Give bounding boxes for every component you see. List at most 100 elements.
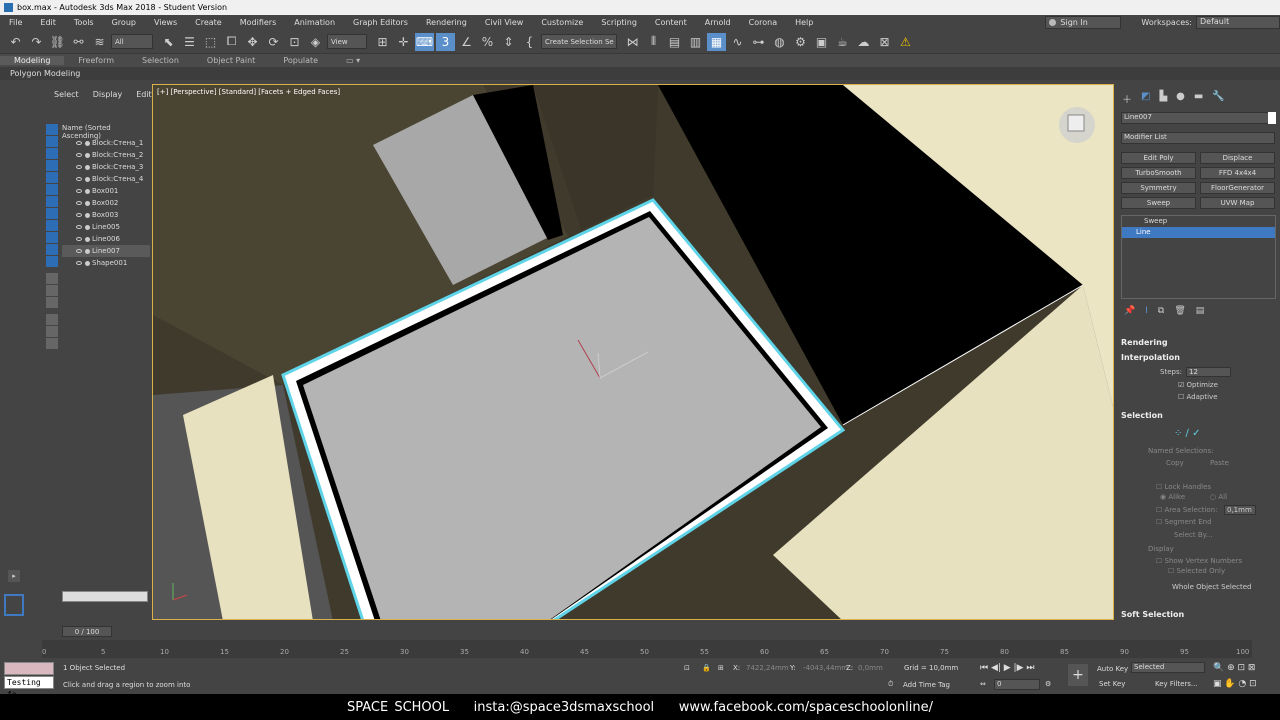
filter-containers-icon[interactable] [46, 232, 58, 243]
tab-object-paint[interactable]: Object Paint [193, 56, 269, 65]
render-setup-icon[interactable]: ⚙ [791, 33, 810, 51]
tree-item[interactable]: Block:Стена_3 [62, 161, 150, 173]
freeze-icon[interactable] [85, 164, 90, 170]
stack-item-line[interactable]: Line [1122, 227, 1275, 238]
filter-geometry-icon[interactable] [46, 124, 58, 135]
toggle-scene-explorer-icon[interactable]: ▤ [665, 33, 684, 51]
subobject-level-icons[interactable]: ⁘ ∕ ✓ [1174, 428, 1200, 439]
menu-create[interactable]: Create [186, 18, 231, 27]
redo-icon[interactable]: ↷ [27, 33, 46, 51]
freeze-icon[interactable] [85, 224, 90, 230]
create-tab-icon[interactable]: ＋ [1122, 91, 1132, 106]
filter-helpers-icon[interactable] [46, 172, 58, 183]
edit-named-selection-icon[interactable]: { [520, 33, 539, 51]
render-production-icon[interactable]: ☕ [833, 33, 852, 51]
perspective-viewport[interactable]: [+] [Perspective] [Standard] [Facets + E… [152, 84, 1114, 620]
visibility-eye-icon[interactable] [76, 213, 82, 217]
object-name-field[interactable]: Line007 [1121, 112, 1269, 124]
window-crossing-icon[interactable]: ⧠ [222, 33, 241, 51]
isolate-selection-icon[interactable]: ⊡ [684, 664, 690, 672]
alike-radio[interactable]: ◉ Alike [1160, 493, 1185, 501]
selection-filter-dropdown[interactable]: All [111, 34, 153, 49]
tab-populate[interactable]: Populate [269, 56, 332, 65]
make-unique-icon[interactable]: ⧉ [1158, 306, 1164, 316]
sign-in-button[interactable]: Sign In [1045, 16, 1122, 29]
tree-item[interactable]: Shape001 [62, 257, 150, 269]
tree-item-selected[interactable]: Line007 [62, 245, 150, 257]
filter-groups-icon[interactable] [46, 196, 58, 207]
time-configuration-icon[interactable]: ⚙ [1045, 680, 1051, 688]
visibility-eye-icon[interactable] [76, 261, 82, 265]
configure-modifier-sets-icon[interactable]: ▤ [1196, 306, 1205, 316]
hierarchy-tab-icon[interactable]: ▙ [1159, 91, 1167, 106]
select-manipulate-icon[interactable]: ✛ [394, 33, 413, 51]
move-icon[interactable]: ✥ [243, 33, 262, 51]
schematic-view-icon[interactable]: ⊶ [749, 33, 768, 51]
viewport-layout-icon[interactable] [4, 594, 24, 616]
symmetry-button[interactable]: Symmetry [1121, 182, 1196, 194]
adaptive-checkbox[interactable]: ☐ Adaptive [1178, 393, 1218, 401]
unlink-icon[interactable]: ⚯ [69, 33, 88, 51]
visibility-eye-icon[interactable] [76, 201, 82, 205]
rotate-icon[interactable]: ⟳ [264, 33, 283, 51]
container-icon[interactable] [46, 338, 58, 349]
bind-spacewarp-icon[interactable]: ≋ [90, 33, 109, 51]
explorer-display-menu[interactable]: Display [93, 90, 123, 99]
toggle-ribbon-icon[interactable]: ▦ [707, 32, 726, 51]
menu-views[interactable]: Views [145, 18, 186, 27]
tree-item[interactable]: Block:Стена_2 [62, 149, 150, 161]
rollout-rendering[interactable]: Rendering [1121, 338, 1168, 347]
freeze-icon[interactable] [85, 260, 90, 266]
maxscript-listener-box[interactable] [4, 662, 54, 675]
link-icon[interactable]: ⛓ [48, 33, 67, 51]
utilities-tab-icon[interactable]: 🔧 [1212, 91, 1224, 106]
menu-modifiers[interactable]: Modifiers [231, 18, 286, 27]
all-radio[interactable]: ○ All [1210, 493, 1227, 501]
tab-modeling[interactable]: Modeling [0, 56, 65, 65]
menu-scripting[interactable]: Scripting [592, 18, 646, 27]
remove-modifier-icon[interactable]: 🗑 [1174, 306, 1185, 316]
tree-item[interactable]: Box001 [62, 185, 150, 197]
a360-gallery-icon[interactable]: ⊠ [875, 33, 894, 51]
undo-icon[interactable]: ↶ [6, 33, 25, 51]
filter-spacewarps-icon[interactable] [46, 184, 58, 195]
percent-snap-icon[interactable]: % [478, 33, 497, 51]
rendered-frame-window-icon[interactable]: ▣ [812, 33, 831, 51]
toggle-layer-explorer-icon[interactable]: ▥ [686, 33, 705, 51]
filter-xrefs-icon[interactable] [46, 208, 58, 219]
ribbon-options-icon[interactable]: ▭ ▾ [332, 56, 374, 65]
visibility-eye-icon[interactable] [76, 225, 82, 229]
menu-customize[interactable]: Customize [532, 18, 592, 27]
segment-end-checkbox[interactable]: ☐ Segment End [1156, 518, 1212, 526]
tab-selection[interactable]: Selection [128, 56, 193, 65]
rollout-selection[interactable]: Selection [1121, 411, 1163, 420]
visibility-eye-icon[interactable] [76, 177, 82, 181]
menu-corona[interactable]: Corona [740, 18, 786, 27]
filter-bones-icon[interactable] [46, 220, 58, 231]
select-by-button[interactable]: Select By... [1174, 531, 1212, 539]
filter-shapes-icon[interactable] [46, 136, 58, 147]
add-time-tag-button[interactable]: Add Time Tag [903, 681, 950, 689]
explorer-edit-menu[interactable]: Edit [136, 90, 152, 99]
filter-funnel-icon[interactable] [46, 326, 58, 337]
set-key-icon[interactable]: + [1068, 664, 1088, 686]
material-editor-icon[interactable]: ◍ [770, 33, 789, 51]
pin-stack-icon[interactable]: 📌 [1124, 306, 1135, 316]
align-icon[interactable]: ⫴ [644, 33, 663, 51]
menu-tools[interactable]: Tools [65, 18, 103, 27]
named-selection-dropdown[interactable]: Create Selection Se [541, 34, 617, 49]
menu-graph-editors[interactable]: Graph Editors [344, 18, 417, 27]
selected-only-checkbox[interactable]: ☐ Selected Only [1168, 567, 1225, 575]
freeze-icon[interactable] [85, 188, 90, 194]
menu-file[interactable]: File [0, 18, 31, 27]
mirror-icon[interactable]: ⋈ [623, 33, 642, 51]
key-mode-icon[interactable]: ⇔ [980, 680, 986, 688]
viewport-label[interactable]: [+] [Perspective] [Standard] [Facets + E… [157, 88, 340, 96]
time-tag-icon[interactable]: ⏱ [888, 680, 893, 689]
filter-all-icon[interactable] [46, 273, 58, 284]
visibility-eye-icon[interactable] [76, 141, 82, 145]
viewport-navigation-icons[interactable]: 🔍 ⊕ ⊡ ⊠ [1213, 663, 1255, 673]
ffd-button[interactable]: FFD 4x4x4 [1200, 167, 1275, 179]
time-slider[interactable]: 0 / 100 [62, 626, 112, 637]
y-coordinate-field[interactable]: -4043,44mm [803, 664, 848, 672]
